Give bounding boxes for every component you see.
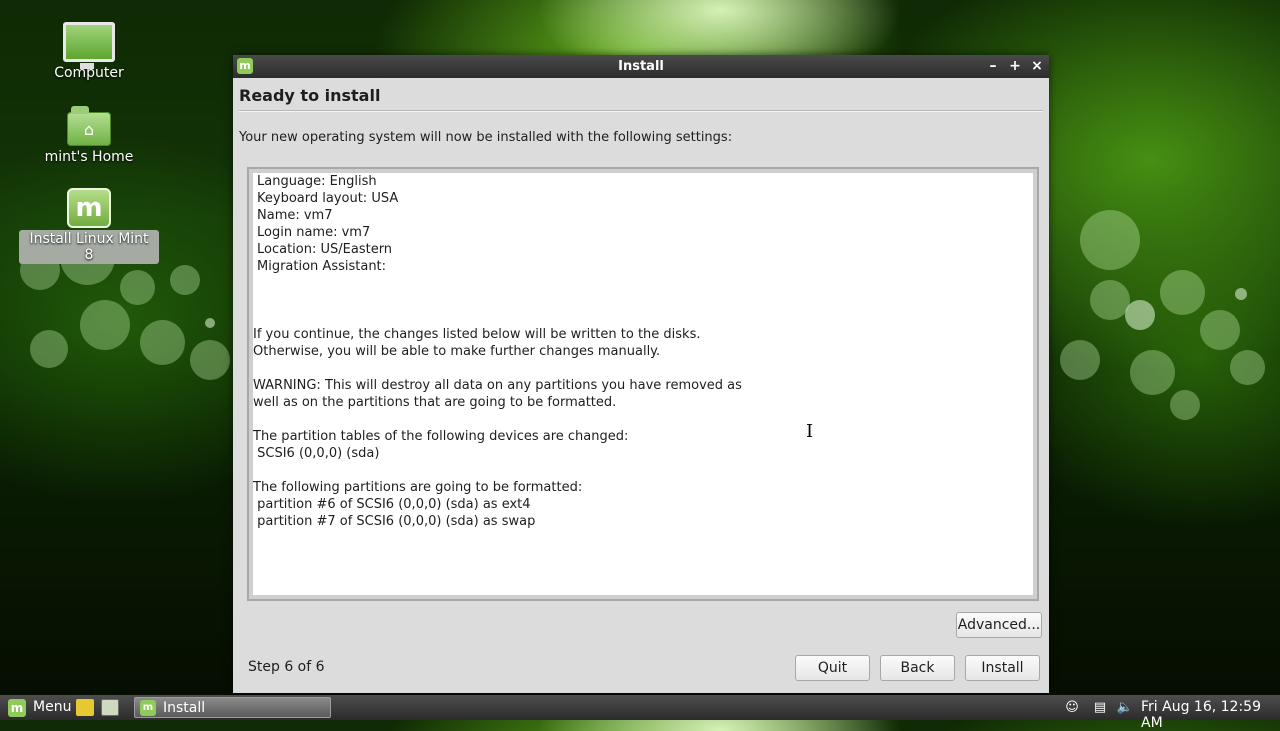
home-folder-icon: ⌂ [67,106,111,146]
window-titlebar[interactable]: m Install – + × [233,55,1049,78]
summary-line: The partition tables of the following de… [253,429,629,444]
desktop-icon-label: Install Linux Mint 8 [19,230,159,264]
summary-line: Otherwise, you will be able to make furt… [253,344,661,359]
summary-line: The following partitions are going to be… [253,480,583,495]
terminal-launcher-icon[interactable] [101,699,119,716]
advanced-button[interactable]: Advanced... [956,612,1042,638]
summary-line: partition #6 of SCSI6 (0,0,0) (sda) as e… [253,497,531,512]
step-indicator: Step 6 of 6 [248,659,325,675]
taskbar: m Menu m Install ☺ ▤ 🔈 Fri Aug 16, 12:59… [0,695,1280,731]
summary-text-area[interactable]: Language: English Keyboard layout: USA N… [253,173,1033,595]
summary-line: If you continue, the changes listed belo… [253,327,701,342]
summary-line: partition #7 of SCSI6 (0,0,0) (sda) as s… [253,514,536,529]
clock[interactable]: Fri Aug 16, 12:59 AM [1141,699,1280,731]
close-button[interactable]: × [1028,57,1046,75]
text-cursor-icon: I [806,421,814,442]
summary-line: Migration Assistant: [257,259,387,274]
install-window: m Install – + × Ready to install Your ne… [233,55,1049,693]
back-button[interactable]: Back [880,655,955,681]
linux-mint-app-icon: m [140,700,156,716]
taskbar-item-label: Install [163,700,206,716]
intro-text: Your new operating system will now be in… [239,130,733,145]
minimize-button[interactable]: – [984,57,1002,75]
desktop-icon-label: mint's Home [44,149,134,165]
text-editor-launcher-icon[interactable] [76,699,94,716]
summary-line: Login name: vm7 [257,225,371,240]
taskbar-item-install[interactable]: m Install [134,697,331,718]
summary-line: WARNING: This will destroy all data on a… [253,378,742,393]
maximize-button[interactable]: + [1006,57,1024,75]
network-icon[interactable]: ▤ [1090,698,1110,717]
install-button[interactable]: Install [965,655,1040,681]
summary-line: Location: US/Eastern [257,242,393,257]
computer-icon [63,22,115,69]
page-heading: Ready to install [239,86,381,105]
summary-line: Keyboard layout: USA [257,191,399,206]
summary-line: well as on the partitions that are going… [253,395,617,410]
volume-icon[interactable]: 🔈 [1115,698,1135,717]
summary-line: Name: vm7 [257,208,333,223]
desktop-icon-home[interactable]: ⌂ mint's Home [19,106,159,166]
desktop-icon-computer[interactable]: Computer [19,22,159,82]
linux-mint-logo-icon: m [67,188,111,228]
menu-button[interactable]: Menu [33,699,71,715]
desktop-icon-install-linux-mint[interactable]: m Install Linux Mint 8 [19,188,159,264]
summary-panel: Language: English Keyboard layout: USA N… [247,167,1039,601]
heading-divider [239,110,1043,112]
user-icon[interactable]: ☺ [1062,698,1082,717]
summary-line: SCSI6 (0,0,0) (sda) [253,446,380,461]
window-title: Install [618,59,664,74]
summary-line: Language: English [257,174,377,189]
menu-logo-icon[interactable]: m [8,699,26,717]
quit-button[interactable]: Quit [795,655,870,681]
